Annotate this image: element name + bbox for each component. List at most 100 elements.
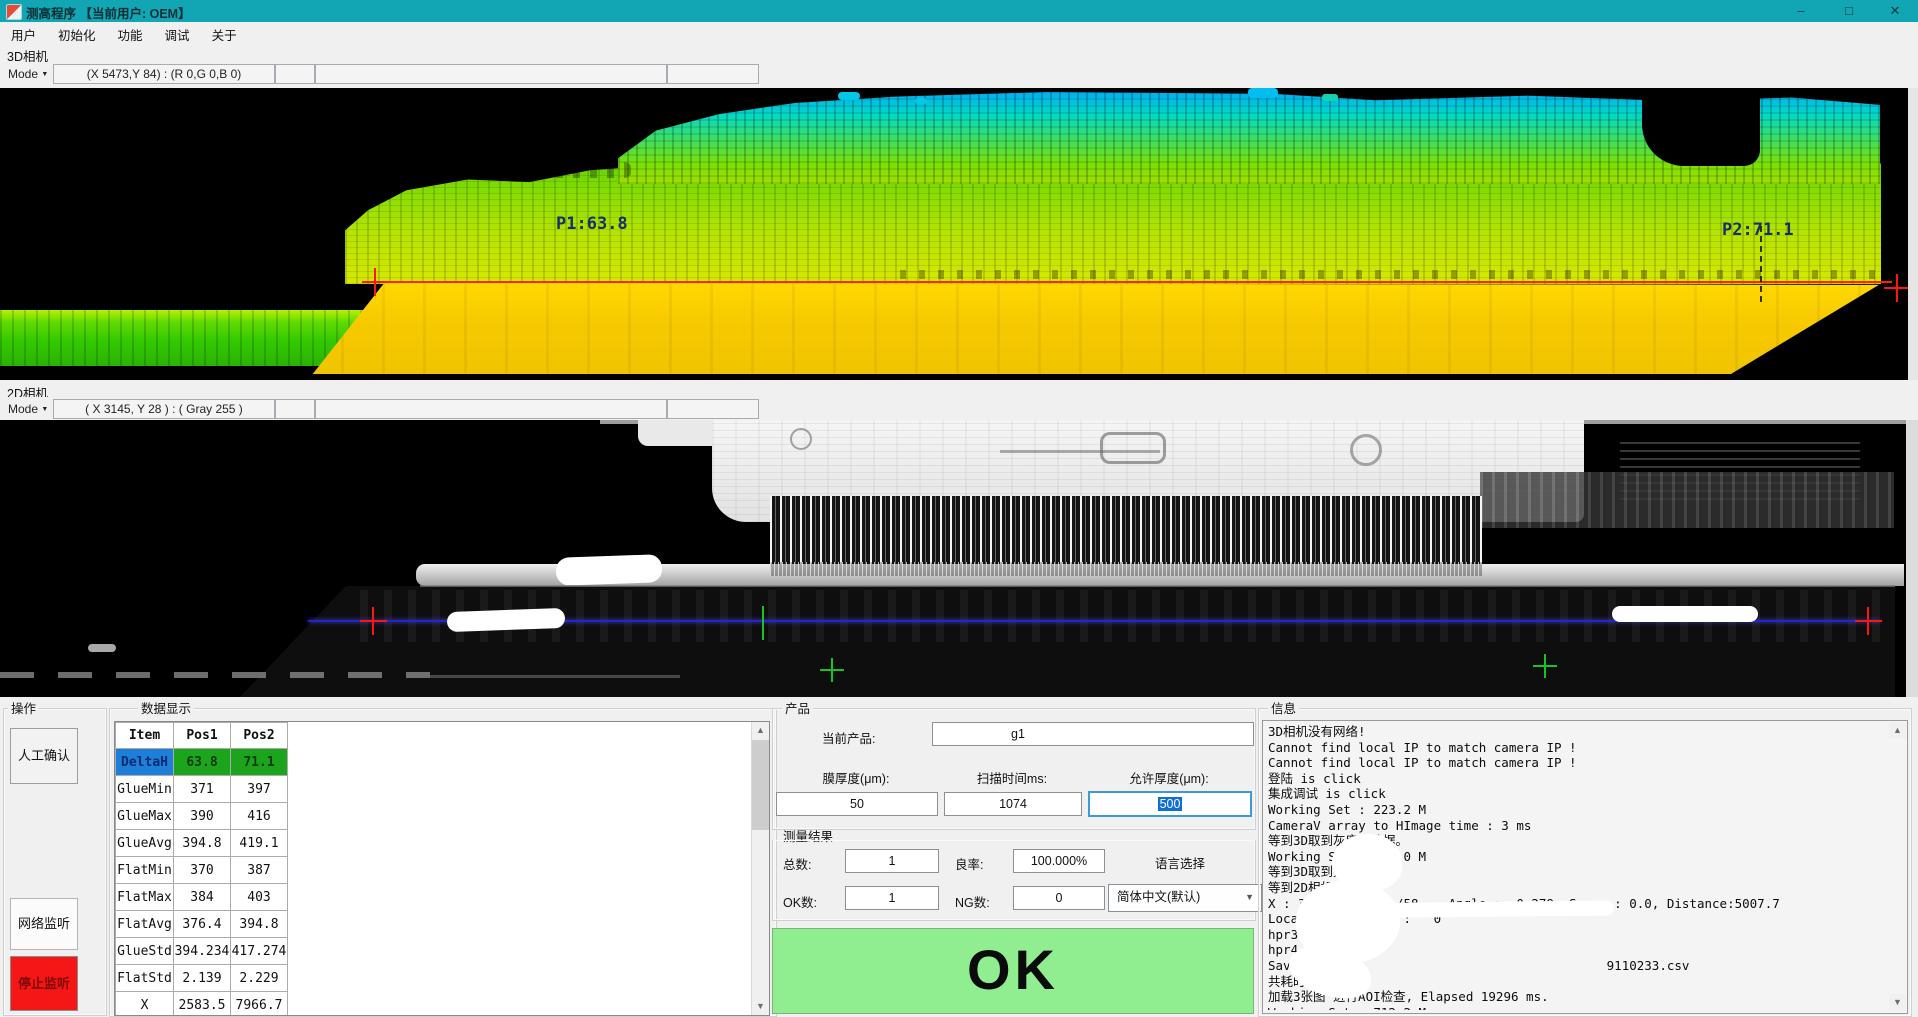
- crosshair-red-left: [374, 268, 376, 296]
- manual-confirm-button[interactable]: 人工确认: [10, 728, 78, 784]
- scrollbar-thumb[interactable]: [752, 740, 769, 830]
- log-line: Working Set : 223.2 M: [1268, 802, 1883, 818]
- language-select[interactable]: 简体中文(默认) ▼: [1108, 884, 1262, 912]
- cell-pos2: 387: [231, 857, 288, 884]
- yield-label: 良率:: [955, 854, 983, 873]
- table-row[interactable]: X2583.57966.7: [116, 992, 288, 1017]
- menu-item-用户[interactable]: 用户: [0, 22, 47, 44]
- ok-count-field: 1: [845, 886, 939, 910]
- camera2d-image-view[interactable]: [0, 420, 1918, 697]
- network-listen-button[interactable]: 网络监听: [10, 898, 78, 950]
- bar-end-blob: [556, 554, 663, 586]
- stop-listen-button[interactable]: 停止监听: [10, 956, 78, 1011]
- p1-measure-label: P1:63.8: [556, 214, 628, 234]
- maximize-button[interactable]: □: [1826, 0, 1872, 22]
- column-header: Item: [116, 723, 174, 749]
- cell-item: GlueAvg: [116, 830, 174, 857]
- crosshair-green: [831, 658, 833, 682]
- cell-item: GlueMax: [116, 803, 174, 830]
- heightmap-speck: [915, 98, 927, 104]
- allow-thickness-label: 允许厚度(μm):: [1088, 768, 1250, 787]
- status-cell: [275, 64, 315, 84]
- camera2d-mode-button[interactable]: Mode ▼: [4, 399, 56, 419]
- result-status-panel: OK: [772, 928, 1254, 1014]
- menu-item-调试[interactable]: 调试: [154, 22, 201, 44]
- data-display-label: 数据显示: [138, 702, 194, 716]
- minimize-button[interactable]: –: [1778, 0, 1824, 22]
- film-thickness-field[interactable]: 50: [776, 792, 938, 816]
- camera2d-mode-bar: Mode ▼ ( X 3145, Y 28 ) : ( Gray 255 ): [0, 397, 1918, 420]
- table-row[interactable]: GlueMax390416: [116, 803, 288, 830]
- pcb-trace-detail: [1350, 434, 1382, 466]
- total-label: 总数:: [783, 854, 811, 873]
- list-filler: [288, 722, 769, 1015]
- measurement-table: ItemPos1Pos2 DeltaH63.871.1GlueMin371397…: [115, 722, 288, 1016]
- mode-label: Mode: [8, 402, 38, 416]
- table-row[interactable]: GlueAvg394.8419.1: [116, 830, 288, 857]
- cell-pos1: 370: [174, 857, 231, 884]
- menu-item-关于[interactable]: 关于: [201, 22, 248, 44]
- table-row[interactable]: GlueStd394.234417.274: [116, 938, 288, 965]
- log-line: 3D相机没有网络!: [1268, 724, 1883, 740]
- pcb-trace-detail: [1000, 450, 1160, 453]
- ok-count-label: OK数:: [783, 892, 817, 911]
- camera2d-pixel-status: ( X 3145, Y 28 ) : ( Gray 255 ): [53, 399, 275, 419]
- allow-thickness-field[interactable]: 500: [1088, 791, 1252, 817]
- cell-pos1: 371: [174, 776, 231, 803]
- crosshair-green: [1544, 654, 1546, 678]
- table-scrollbar[interactable]: ▲ ▼: [751, 722, 770, 1015]
- selected-text: 500: [1158, 797, 1183, 811]
- table-row[interactable]: FlatMax384403: [116, 884, 288, 911]
- table-row[interactable]: FlatAvg376.4394.8: [116, 911, 288, 938]
- status-cell: [275, 399, 315, 419]
- chevron-down-icon: ▼: [41, 71, 48, 78]
- chevron-down-icon: ▼: [1245, 885, 1254, 909]
- camera3d-mode-bar: Mode ▼ (X 5473,Y 84) : (R 0,G 0,B 0): [0, 62, 1918, 86]
- pin-tails-comb: [770, 562, 1482, 576]
- table-row[interactable]: GlueMin371397: [116, 776, 288, 803]
- p2-measure-label: P2:71.1: [1722, 220, 1794, 240]
- cell-pos2: 416: [231, 803, 288, 830]
- menu-item-功能[interactable]: 功能: [107, 22, 154, 44]
- connector-right-shoulder: [1480, 472, 1894, 528]
- connector-pins: [770, 496, 1482, 566]
- menu-item-初始化[interactable]: 初始化: [47, 22, 107, 44]
- current-product-label: 当前产品:: [822, 728, 875, 747]
- scroll-up-icon[interactable]: ▲: [1889, 722, 1906, 739]
- scroll-down-icon[interactable]: ▼: [752, 998, 769, 1015]
- operations-label: 操作: [8, 702, 39, 716]
- table-row[interactable]: FlatStd2.1392.229: [116, 965, 288, 992]
- log-line: 集成调试 is click: [1268, 786, 1883, 802]
- cell-item: FlatMax: [116, 884, 174, 911]
- column-header: Pos2: [231, 723, 288, 749]
- table-row[interactable]: DeltaH63.871.1: [116, 749, 288, 776]
- cell-item: FlatMin: [116, 857, 174, 884]
- log-line: Cannot find local IP to match camera IP …: [1268, 755, 1883, 771]
- camera3d-mode-button[interactable]: Mode ▼: [4, 64, 56, 84]
- heightmap-speck: [1248, 88, 1278, 98]
- cell-pos2: 417.274: [231, 938, 288, 965]
- heightmap-yellow-slab: [300, 283, 1890, 374]
- green-tick: [762, 606, 764, 640]
- bottom-streaks: [430, 675, 680, 678]
- cell-item: GlueStd: [116, 938, 174, 965]
- product-label: 产品: [782, 702, 813, 716]
- crosshair-red-right: [1867, 607, 1869, 635]
- cell-pos2: 7966.7: [231, 992, 288, 1017]
- camera3d-image-view[interactable]: P1:63.8 P2:71.1: [0, 88, 1918, 380]
- status-cell: [315, 64, 667, 84]
- table-row[interactable]: FlatMin370387: [116, 857, 288, 884]
- scroll-down-icon[interactable]: ▼: [1889, 994, 1906, 1011]
- scan-time-field[interactable]: 1074: [944, 792, 1082, 816]
- app-icon: [6, 4, 22, 20]
- scroll-up-icon[interactable]: ▲: [752, 722, 769, 739]
- glow-blob: [447, 608, 566, 632]
- pcb-trace-detail: [790, 428, 812, 450]
- close-button[interactable]: ✕: [1872, 0, 1918, 22]
- heightmap-blotches: [900, 270, 1880, 279]
- bottom-streaks: [0, 672, 430, 678]
- cell-pos1: 394.8: [174, 830, 231, 857]
- heightmap-notch: [1642, 88, 1760, 166]
- window-title: 测高程序 【当前用户: OEM】: [26, 3, 191, 22]
- cell-pos2: 419.1: [231, 830, 288, 857]
